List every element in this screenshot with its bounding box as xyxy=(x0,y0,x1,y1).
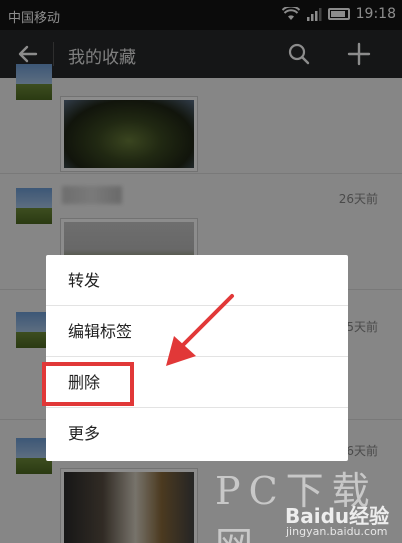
delete-highlight-box xyxy=(42,362,134,406)
baidu-url-watermark: jingyan.baidu.com xyxy=(286,525,388,538)
menu-item-more[interactable]: 更多 xyxy=(46,408,348,459)
red-arrow-icon xyxy=(166,294,234,366)
